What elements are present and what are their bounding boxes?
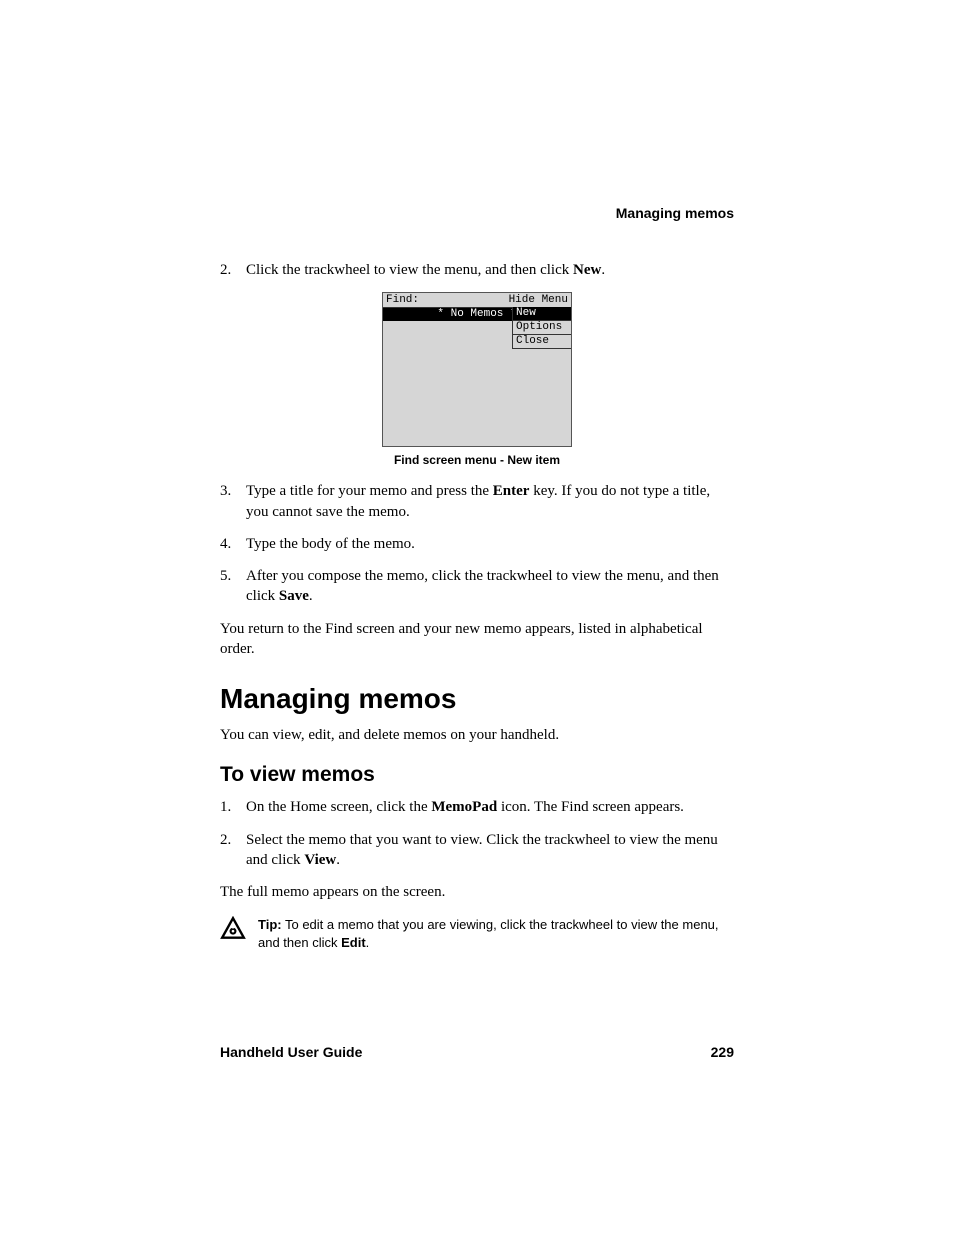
running-head: Managing memos — [616, 205, 734, 221]
text: After you compose the memo, click the tr… — [246, 568, 719, 604]
step-text: Select the memo that you want to view. C… — [246, 830, 734, 871]
step-number: 2. — [220, 260, 246, 280]
text: Click the trackwheel to view the menu, a… — [246, 262, 573, 278]
text: . — [366, 935, 370, 950]
hide-menu-label: Hide Menu — [509, 294, 568, 307]
text: On the Home screen, click the — [246, 799, 431, 815]
menu-item-options: Options — [513, 321, 571, 335]
tip-block: Tip: To edit a memo that you are viewing… — [220, 916, 734, 952]
step-text: Click the trackwheel to view the menu, a… — [246, 260, 734, 280]
step-text: After you compose the memo, click the tr… — [246, 566, 734, 607]
paragraph: You return to the Find screen and your n… — [220, 619, 734, 660]
step-item: 2. Select the memo that you want to view… — [220, 830, 734, 871]
text: . — [336, 852, 340, 868]
step-text: Type a title for your memo and press the… — [246, 481, 734, 522]
menu-item-close: Close — [513, 335, 571, 349]
step-item: 2. Click the trackwheel to view the menu… — [220, 260, 734, 280]
tip-text: Tip: To edit a memo that you are viewing… — [258, 916, 734, 952]
bold-text: Enter — [493, 483, 530, 499]
bold-text: Save — [279, 588, 309, 604]
step-item: 1. On the Home screen, click the MemoPad… — [220, 797, 734, 817]
page: Managing memos 2. Click the trackwheel t… — [0, 0, 954, 1235]
body-content: 2. Click the trackwheel to view the menu… — [220, 260, 734, 953]
step-number: 5. — [220, 566, 246, 607]
heading-to-view-memos: To view memos — [220, 763, 734, 787]
text: icon. The Find screen appears. — [497, 799, 684, 815]
step-item: 3. Type a title for your memo and press … — [220, 481, 734, 522]
device-titlebar: Find: Hide Menu — [383, 293, 571, 308]
paragraph: The full memo appears on the screen. — [220, 882, 734, 902]
device-menu: New Options Close — [512, 307, 571, 349]
menu-item-new: New — [513, 307, 571, 321]
step-text: On the Home screen, click the MemoPad ic… — [246, 797, 734, 817]
page-footer: Handheld User Guide 229 — [220, 1044, 734, 1060]
bold-text: New — [573, 262, 601, 278]
step-number: 4. — [220, 534, 246, 554]
step-item: 5. After you compose the memo, click the… — [220, 566, 734, 607]
text: . — [309, 588, 313, 604]
tip-icon — [220, 916, 246, 942]
bold-text: View — [304, 852, 336, 868]
heading-managing-memos: Managing memos — [220, 683, 734, 715]
step-item: 4. Type the body of the memo. — [220, 534, 734, 554]
page-number: 229 — [711, 1044, 734, 1060]
paragraph: You can view, edit, and delete memos on … — [220, 725, 734, 745]
bold-text: MemoPad — [431, 799, 497, 815]
step-text: Type the body of the memo. — [246, 534, 734, 554]
text: Type a title for your memo and press the — [246, 483, 493, 499]
text: . — [601, 262, 605, 278]
figure-caption: Find screen menu - New item — [220, 453, 734, 467]
text: To edit a memo that you are viewing, cli… — [258, 917, 719, 950]
text: Type the body of the memo. — [246, 536, 415, 552]
step-number: 3. — [220, 481, 246, 522]
step-number: 1. — [220, 797, 246, 817]
footer-title: Handheld User Guide — [220, 1044, 362, 1060]
tip-label: Tip: — [258, 917, 282, 932]
find-label: Find: — [386, 294, 419, 307]
step-number: 2. — [220, 830, 246, 871]
device-screenshot: Find: Hide Menu * No Memos * New Options… — [382, 292, 572, 447]
bold-text: Edit — [341, 935, 366, 950]
